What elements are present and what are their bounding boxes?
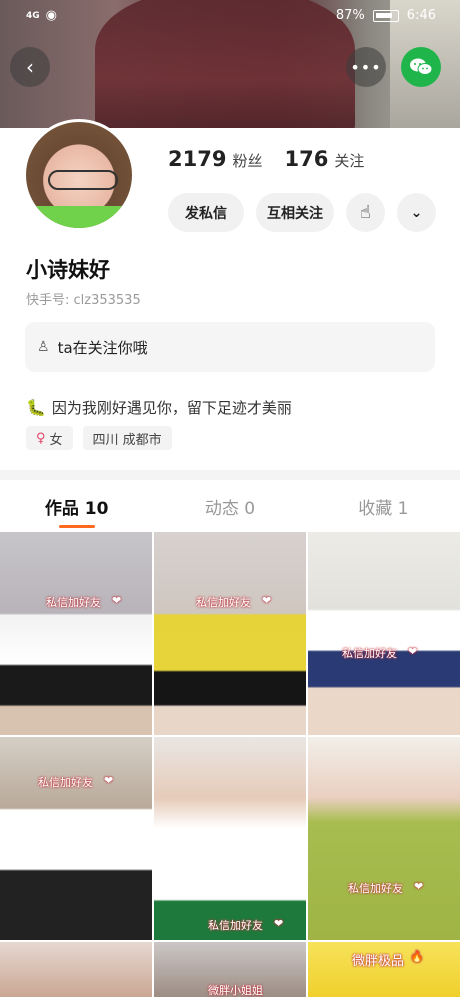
- profile-stats: 2179 粉丝 176 关注: [168, 147, 364, 171]
- fire-icon: 🔥: [410, 950, 424, 963]
- following-stat[interactable]: 176 关注: [284, 147, 364, 171]
- user-check-icon: ♙: [37, 339, 50, 355]
- wechat-icon: [410, 58, 433, 75]
- wechat-share-button[interactable]: [401, 47, 441, 87]
- follow-notice-bar[interactable]: ♙ ta在关注你哦: [25, 322, 435, 372]
- follow-notice-text: ta在关注你哦: [57, 338, 148, 357]
- expand-button[interactable]: ⌄: [397, 193, 436, 232]
- works-grid: 私信加好友 ❤ 私信加好友 ❤ 私信加好友 ❤ 私信加好友 ❤ 私信加好友 ❤ 私信加好友…: [0, 532, 460, 997]
- video-thumbnail[interactable]: 私信加好友 ❤: [0, 532, 152, 735]
- content-tabs: 作品 10 动态 0 收藏 1: [0, 480, 460, 532]
- section-divider: [0, 470, 460, 480]
- video-thumbnail[interactable]: [0, 942, 152, 997]
- video-thumbnail[interactable]: 私信加好友 ❤: [154, 737, 306, 940]
- bio: 🐛 因为我刚好遇见你，留下足迹才美丽: [26, 397, 292, 418]
- hand-tap-icon: ☝: [360, 202, 371, 223]
- page-title: 小诗妹好: [26, 258, 110, 282]
- thumbnail-caption: 私信加好友: [46, 596, 101, 609]
- profile-tags: ♀ 女 四川 成都市: [26, 426, 172, 450]
- heart-icon: ❤: [112, 594, 122, 607]
- caterpillar-icon: 🐛: [26, 398, 46, 417]
- thumbnail-caption: 私信加好友: [348, 882, 403, 895]
- location-tag-label: 四川 成都市: [92, 432, 162, 448]
- following-count: 176: [284, 147, 329, 171]
- message-notification-icon: ◉: [45, 8, 57, 23]
- heart-icon: ❤: [408, 645, 418, 658]
- video-thumbnail[interactable]: 私信加好友 ❤: [308, 532, 460, 735]
- back-button[interactable]: ‹: [10, 47, 50, 87]
- chevron-left-icon: ‹: [26, 55, 34, 79]
- profile-actions: 发私信 互相关注 ☝ ⌄: [168, 193, 436, 232]
- fans-label: 粉丝: [232, 152, 263, 170]
- fans-stat[interactable]: 2179 粉丝: [168, 147, 262, 171]
- battery-icon: [372, 9, 399, 22]
- video-thumbnail[interactable]: 微胖小姐姐: [154, 942, 306, 997]
- send-message-button[interactable]: 发私信: [168, 193, 244, 232]
- bio-text: 因为我刚好遇见你，留下足迹才美丽: [51, 399, 292, 417]
- heart-icon: ❤: [414, 880, 424, 893]
- female-icon: ♀: [36, 430, 46, 446]
- video-thumbnail[interactable]: 私信加好友 ❤: [0, 737, 152, 940]
- chevron-down-icon: ⌄: [410, 204, 423, 221]
- thumbnail-caption: 私信加好友: [196, 596, 251, 609]
- clock: 6:46: [406, 8, 436, 23]
- heart-icon: ❤: [104, 774, 114, 787]
- avatar-glasses: [48, 170, 118, 190]
- location-tag: 四川 成都市: [82, 426, 172, 450]
- fans-count: 2179: [168, 147, 227, 171]
- gender-tag-label: 女: [49, 432, 63, 448]
- tab-favorites[interactable]: 收藏 1: [307, 480, 460, 532]
- avatar-shirt: [26, 206, 132, 228]
- mutual-follow-button[interactable]: 互相关注: [256, 193, 334, 232]
- avatar[interactable]: [23, 119, 135, 231]
- kuaishou-id: 快手号: clz353535: [26, 293, 141, 308]
- video-thumbnail[interactable]: 微胖极品 🔥: [308, 942, 460, 997]
- thumbnail-caption: 微胖小姐姐: [208, 984, 263, 997]
- tab-works[interactable]: 作品 10: [0, 480, 153, 532]
- battery-percent: 87%: [335, 8, 365, 23]
- following-label: 关注: [334, 152, 365, 170]
- more-dots-icon: •••: [350, 57, 382, 77]
- video-thumbnail[interactable]: 私信加好友 ❤: [154, 532, 306, 735]
- signal-indicator: 4G: [26, 10, 40, 21]
- status-bar: 4G ◉ 87% 6:46: [0, 0, 460, 34]
- thumbnail-caption: 微胖极品: [352, 954, 405, 969]
- heart-icon: ❤: [262, 594, 272, 607]
- gender-tag: ♀ 女: [26, 426, 73, 450]
- thumbnail-caption: 私信加好友: [38, 776, 93, 789]
- heart-icon: ❤: [274, 917, 284, 930]
- video-thumbnail[interactable]: 私信加好友 ❤: [308, 737, 460, 940]
- tap-gesture-button[interactable]: ☝: [346, 193, 385, 232]
- thumbnail-caption: 私信加好友: [208, 919, 263, 932]
- thumbnail-caption: 私信加好友: [342, 647, 397, 660]
- tab-moments[interactable]: 动态 0: [153, 480, 306, 532]
- more-options-button[interactable]: •••: [346, 47, 386, 87]
